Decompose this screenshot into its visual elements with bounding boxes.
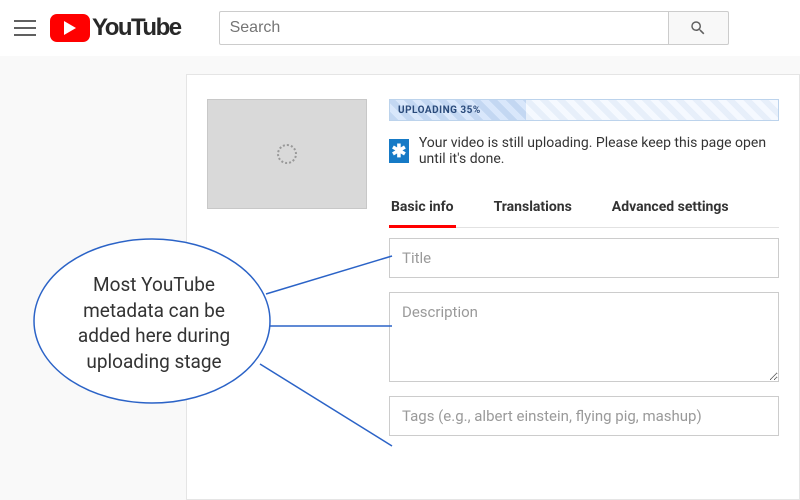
play-icon — [50, 14, 90, 42]
upload-progress-bar: UPLOADING 35% — [389, 99, 779, 121]
search-bar — [219, 11, 729, 45]
tab-translations[interactable]: Translations — [492, 189, 574, 227]
youtube-logo[interactable]: YouTube — [50, 14, 181, 42]
top-bar: YouTube — [0, 0, 800, 56]
tab-basic-info[interactable]: Basic info — [389, 189, 456, 228]
menu-icon[interactable] — [14, 17, 36, 39]
info-icon: ✱ — [389, 139, 409, 163]
annotation-text: Most YouTube metadata can be added here … — [66, 272, 242, 375]
annotation-callout: Most YouTube metadata can be added here … — [22, 226, 282, 416]
upload-progress-label: UPLOADING 35% — [398, 105, 481, 116]
search-input[interactable] — [219, 11, 669, 45]
search-button[interactable] — [669, 11, 729, 45]
upload-notice-text: Your video is still uploading. Please ke… — [419, 135, 779, 167]
upload-notice: ✱ Your video is still uploading. Please … — [389, 135, 779, 167]
tags-field[interactable] — [389, 396, 779, 436]
spinner-icon — [277, 144, 297, 164]
tab-bar: Basic info Translations Advanced setting… — [389, 189, 779, 228]
description-field[interactable] — [389, 292, 779, 382]
logo-text: YouTube — [92, 14, 181, 42]
search-icon — [689, 19, 707, 37]
metadata-form — [389, 238, 779, 436]
title-field[interactable] — [389, 238, 779, 278]
tab-advanced-settings[interactable]: Advanced settings — [610, 189, 731, 227]
video-thumbnail-placeholder — [207, 99, 367, 209]
